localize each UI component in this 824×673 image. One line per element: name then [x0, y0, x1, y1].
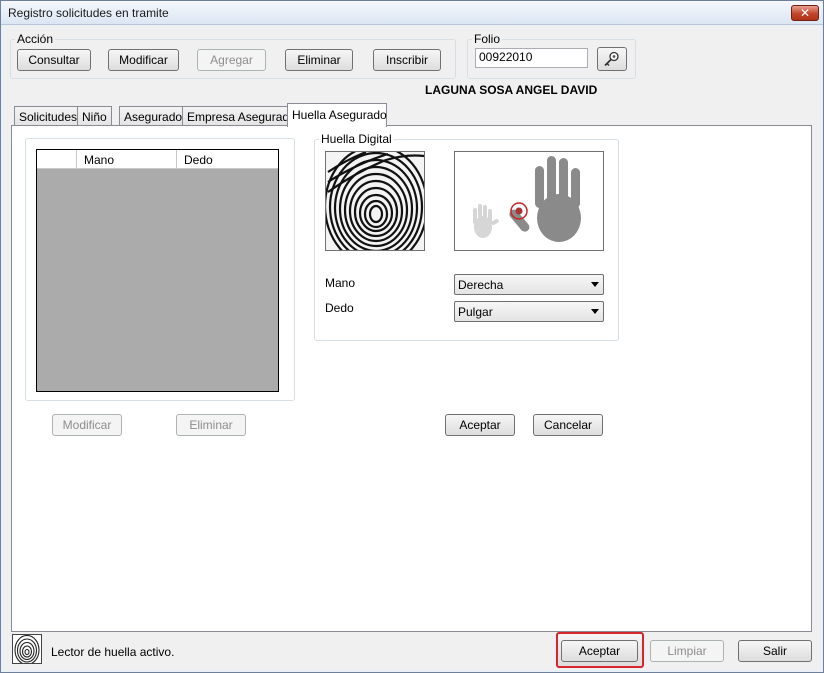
mano-select-value: Derecha [458, 278, 504, 292]
person-name: LAGUNA SOSA ANGEL DAVID [425, 83, 598, 97]
huellas-grid[interactable]: Mano Dedo [36, 149, 279, 392]
grid-row-header-cell [37, 150, 77, 169]
folio-input[interactable]: 00922010 [475, 48, 588, 68]
hands-image [454, 151, 604, 251]
huella-aceptar-button[interactable]: Aceptar [445, 414, 515, 436]
huella-tab-panel: Mano Dedo Modificar Eliminar Huella Digi… [11, 125, 812, 632]
mano-label: Mano [325, 276, 356, 290]
folio-search-button[interactable] [597, 47, 627, 71]
grid-eliminar-button[interactable]: Eliminar [176, 414, 246, 436]
client-area: Acción Consultar Modificar Agregar Elimi… [4, 26, 820, 670]
huella-cancelar-button[interactable]: Cancelar [533, 414, 603, 436]
tab-huella-asegurado[interactable]: Huella Asegurado [287, 103, 387, 127]
tab-solicitudes[interactable]: Solicitudes [14, 106, 83, 126]
grid-column-mano[interactable]: Mano [77, 150, 177, 169]
accion-legend: Acción [17, 32, 54, 46]
tab-empresa-asegurado[interactable]: Empresa Asegurado [182, 106, 301, 126]
modificar-button[interactable]: Modificar [108, 49, 179, 71]
eliminar-button[interactable]: Eliminar [285, 49, 353, 71]
chevron-down-icon [591, 309, 599, 314]
footer-limpiar-button[interactable]: Limpiar [650, 640, 724, 662]
hands-icon [455, 152, 603, 250]
grid-header: Mano Dedo [37, 150, 278, 169]
key-search-icon [604, 51, 619, 67]
chevron-down-icon [591, 282, 599, 287]
fingerprint-reader-icon [12, 634, 42, 664]
status-text: Lector de huella activo. [51, 645, 175, 659]
fingerprint-icon [326, 152, 424, 250]
footer-salir-button[interactable]: Salir [738, 640, 812, 662]
grid-modificar-button[interactable]: Modificar [52, 414, 122, 436]
dedo-select[interactable]: Pulgar [454, 301, 604, 322]
dedo-select-value: Pulgar [458, 305, 493, 319]
agregar-button[interactable]: Agregar [197, 49, 266, 71]
fingerprint-image [325, 151, 425, 251]
grid-column-dedo[interactable]: Dedo [177, 150, 278, 169]
mano-select[interactable]: Derecha [454, 274, 604, 295]
close-button[interactable]: ✕ [791, 5, 819, 21]
folio-legend: Folio [474, 32, 501, 46]
tab-nino[interactable]: Niño [77, 106, 112, 126]
footer-aceptar-button[interactable]: Aceptar [561, 640, 638, 662]
title-bar: Registro solicitudes en tramite ✕ [1, 1, 823, 25]
main-window: Registro solicitudes en tramite ✕ Acción… [0, 0, 824, 673]
tab-asegurado[interactable]: Asegurado [119, 106, 188, 126]
window-title: Registro solicitudes en tramite [8, 6, 169, 20]
dedo-label: Dedo [325, 301, 354, 315]
inscribir-button[interactable]: Inscribir [373, 49, 441, 71]
huella-digital-legend: Huella Digital [321, 132, 392, 146]
consultar-button[interactable]: Consultar [17, 49, 91, 71]
